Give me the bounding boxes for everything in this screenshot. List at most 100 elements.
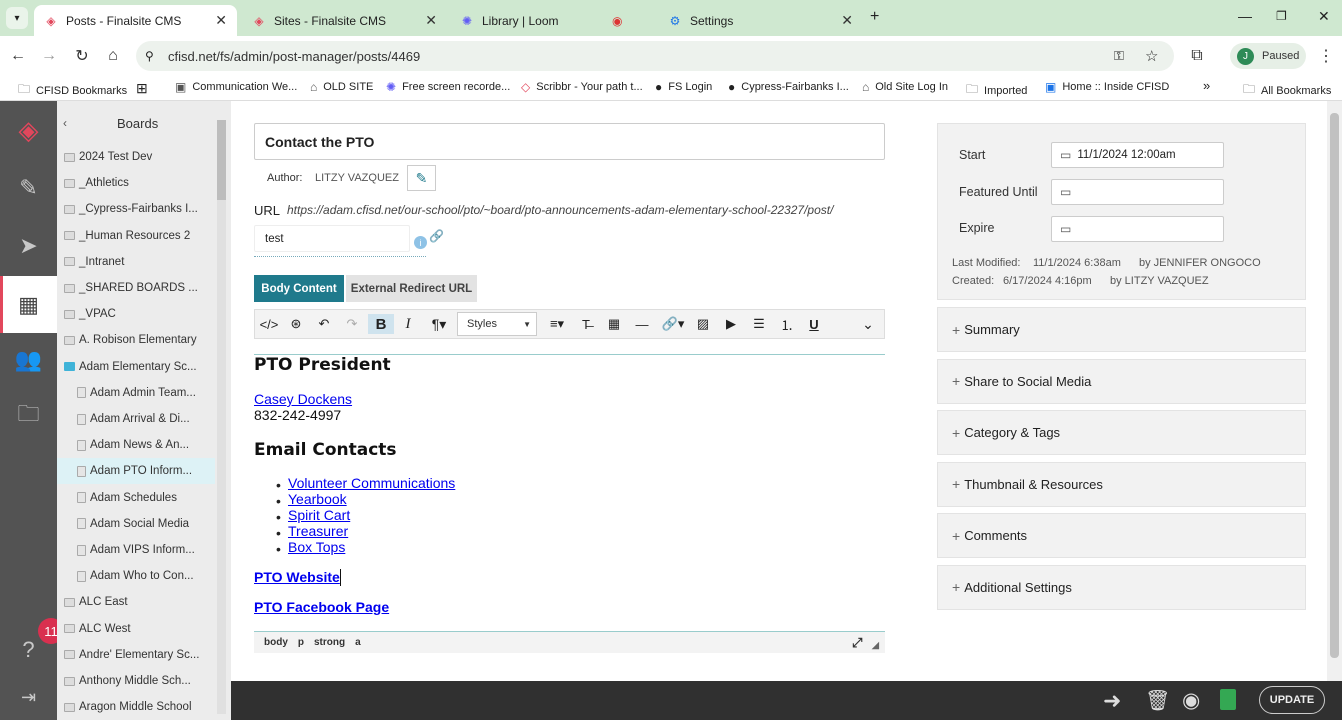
profile-button[interactable]: J Paused xyxy=(1230,43,1306,69)
back-arrow-icon[interactable]: ← xyxy=(6,44,30,68)
board-item[interactable]: Andre' Elementary Sc... xyxy=(57,642,215,668)
undo-icon[interactable]: ↶ xyxy=(314,314,334,334)
board-item[interactable]: _Cypress-Fairbanks I... xyxy=(57,196,215,222)
menu-kebab-icon[interactable]: ⋮ xyxy=(1314,44,1338,68)
bookmark-old-site-login[interactable]: ⌂ Old Site Log In xyxy=(862,80,948,94)
accessibility-icon[interactable]: ⊛ xyxy=(286,314,306,334)
contact-link[interactable]: Volunteer Communications xyxy=(288,475,455,491)
featured-date-input[interactable]: ▭ xyxy=(1051,179,1224,205)
board-item[interactable]: _Human Resources 2 xyxy=(57,223,215,249)
styles-dropdown[interactable]: Styles ▼ xyxy=(457,312,537,336)
accordion-panel[interactable]: + Thumbnail & Resources xyxy=(937,461,1306,507)
url-text[interactable]: cfisd.net/fs/admin/post-manager/posts/44… xyxy=(168,49,420,64)
link-insert-icon[interactable]: 🔗▾ xyxy=(660,314,686,334)
feather-icon[interactable]: ✎ xyxy=(14,173,43,202)
contact-link[interactable]: Spirit Cart xyxy=(288,507,350,523)
bookmark-inside-cfisd[interactable]: ▣ Home :: Inside CFISD xyxy=(1045,80,1169,94)
tab-search-button[interactable]: ▾ xyxy=(6,7,28,29)
logout-icon[interactable]: ⇥ xyxy=(14,683,43,712)
link-pto-facebook[interactable]: PTO Facebook Page xyxy=(254,599,389,615)
board-item[interactable]: Adam PTO Inform... xyxy=(57,458,215,485)
scroll-thumb[interactable] xyxy=(1330,113,1339,658)
main-scrollbar[interactable] xyxy=(1327,101,1342,681)
document-icon[interactable] xyxy=(1220,689,1236,710)
paper-plane-icon[interactable]: ➤ xyxy=(14,231,43,260)
boards-scrollbar[interactable] xyxy=(217,120,226,714)
tab-loom[interactable]: ✺ Library | Loom ◉ xyxy=(450,5,655,36)
bookmark-screen-recorder[interactable]: ✺ Free screen recorde... xyxy=(386,80,510,94)
forward-arrow-icon[interactable]: → xyxy=(37,44,61,68)
contact-link[interactable]: Yearbook xyxy=(288,491,347,507)
close-icon[interactable]: ✕ xyxy=(425,12,437,29)
dashboard-grid-icon[interactable]: ▦ xyxy=(14,290,43,319)
link-president[interactable]: Casey Dockens xyxy=(254,391,352,407)
info-icon[interactable]: i xyxy=(414,236,427,249)
bookmark-scribbr[interactable]: ◇ Scribbr - Your path t... xyxy=(521,80,643,94)
window-close-button[interactable]: ✕ xyxy=(1318,8,1330,25)
start-date-input[interactable]: ▭ 11/1/2024 12:00am xyxy=(1051,142,1224,168)
edit-author-button[interactable]: ✎ xyxy=(407,165,436,191)
tab-body-content[interactable]: Body Content xyxy=(254,275,344,302)
accordion-panel[interactable]: + Summary xyxy=(937,307,1306,352)
home-icon[interactable]: ⌂ xyxy=(101,44,125,68)
preview-eye-icon[interactable]: ◉ xyxy=(1182,688,1200,713)
accordion-panel[interactable]: + Share to Social Media xyxy=(937,358,1306,404)
tab-settings[interactable]: ⚙ Settings ✕ xyxy=(658,5,863,36)
bullet-list-icon[interactable]: ☰ xyxy=(749,314,769,334)
table-icon[interactable]: ▦ xyxy=(604,314,624,334)
board-item[interactable]: _VPAC xyxy=(57,301,215,327)
finalsite-logo-icon[interactable]: ◈ xyxy=(14,115,43,145)
close-icon[interactable]: ✕ xyxy=(841,12,853,29)
slug-input[interactable]: test xyxy=(254,225,410,252)
underline-icon[interactable]: U xyxy=(804,314,824,334)
tab-external-redirect[interactable]: External Redirect URL xyxy=(346,275,477,302)
trash-icon[interactable]: 🗑 xyxy=(1145,688,1170,713)
tab-sites[interactable]: ◈ Sites - Finalsite CMS ✕ xyxy=(242,5,447,36)
path-body[interactable]: body xyxy=(264,637,288,648)
accordion-panel[interactable]: + Additional Settings xyxy=(937,564,1306,610)
board-item[interactable]: Adam Social Media xyxy=(57,511,215,537)
reload-icon[interactable]: ↻ xyxy=(70,44,94,68)
board-item[interactable]: ALC West xyxy=(57,616,215,642)
users-icon[interactable]: 👥 xyxy=(14,345,43,374)
board-item[interactable]: Adam Elementary Sc... xyxy=(57,354,215,380)
clear-format-icon[interactable]: T̶ xyxy=(576,314,596,334)
resize-handle-icon[interactable]: ◢ xyxy=(872,640,879,651)
contact-link[interactable]: Treasurer xyxy=(288,523,348,539)
source-code-icon[interactable]: </> xyxy=(259,314,279,334)
board-item[interactable]: _SHARED BOARDS ... xyxy=(57,275,215,301)
folder-icon[interactable]: 🗀 xyxy=(14,401,43,430)
fullscreen-icon[interactable]: ⤢ xyxy=(852,635,862,651)
board-item[interactable]: ALC East xyxy=(57,589,215,615)
path-a[interactable]: a xyxy=(355,637,361,648)
video-icon[interactable]: ▶ xyxy=(721,314,741,334)
board-item[interactable]: _Athletics xyxy=(57,170,215,196)
bookmark-imported[interactable]: 🗀 Imported xyxy=(966,80,1027,101)
bold-icon[interactable]: B xyxy=(368,314,394,334)
path-strong[interactable]: strong xyxy=(314,637,345,648)
expire-date-input[interactable]: ▭ xyxy=(1051,216,1224,242)
bookmark-old-site[interactable]: ⌂ OLD SITE xyxy=(310,80,373,94)
more-chevron-icon[interactable]: ⌄ xyxy=(858,314,878,334)
bookmark-cypress[interactable]: ● Cypress-Fairbanks I... xyxy=(728,80,849,94)
post-title-input[interactable]: Contact the PTO xyxy=(254,123,885,160)
bookmarks-more-button[interactable]: » xyxy=(1203,78,1210,93)
board-item[interactable]: Anthony Middle Sch... xyxy=(57,668,215,694)
board-item[interactable]: Adam Admin Team... xyxy=(57,380,215,406)
extensions-icon[interactable]: ⧉ xyxy=(1185,44,1209,68)
new-tab-button[interactable]: + xyxy=(870,8,879,26)
board-item[interactable]: Adam News & An... xyxy=(57,432,215,458)
tab-posts[interactable]: ◈ Posts - Finalsite CMS ✕ xyxy=(34,5,237,36)
all-bookmarks[interactable]: 🗀 All Bookmarks xyxy=(1243,80,1331,101)
apps-icon[interactable]: ⊞ xyxy=(136,80,148,97)
italic-icon[interactable]: I xyxy=(398,314,418,334)
board-item[interactable]: Adam Arrival & Di... xyxy=(57,406,215,432)
board-item[interactable]: Adam Who to Con... xyxy=(57,563,215,589)
accordion-panel[interactable]: + Category & Tags xyxy=(937,410,1306,455)
maximize-button[interactable]: ❐ xyxy=(1276,9,1287,23)
close-icon[interactable]: ✕ xyxy=(215,12,227,29)
star-icon[interactable]: ☆ xyxy=(1145,47,1158,65)
board-item[interactable]: _Intranet xyxy=(57,249,215,275)
address-bar[interactable]: ⚲ cfisd.net/fs/admin/post-manager/posts/… xyxy=(136,41,1174,71)
bookmark-communication[interactable]: ▣ Communication We... xyxy=(175,80,297,94)
